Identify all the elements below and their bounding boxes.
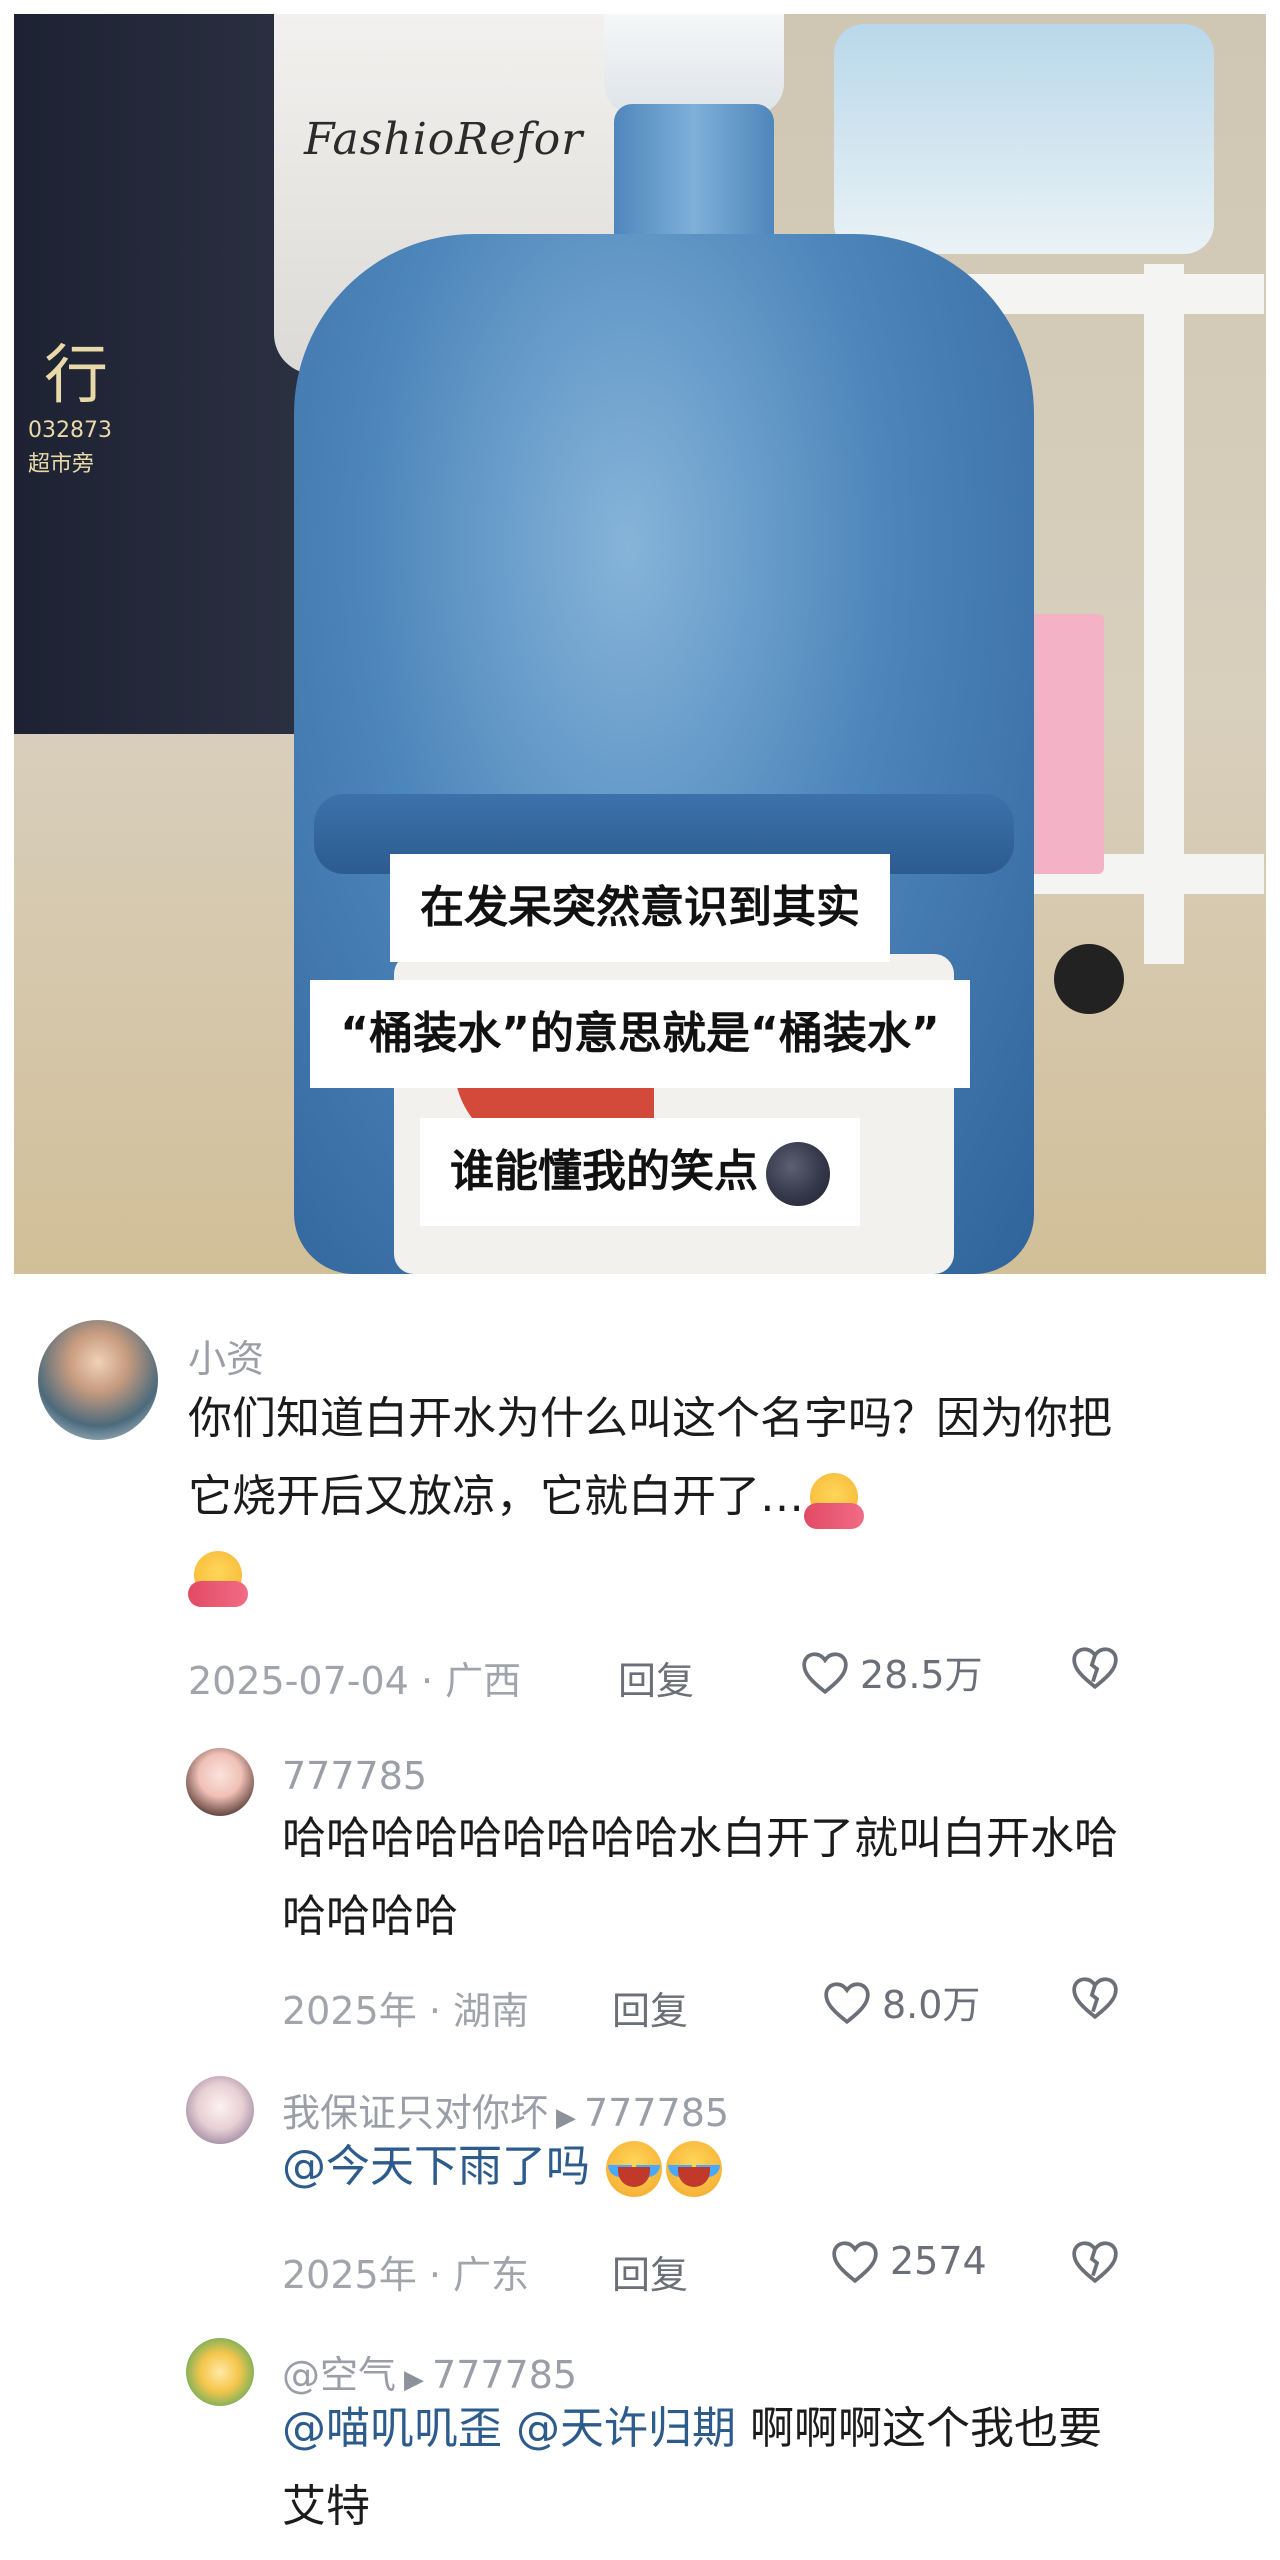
caption-line-2: “桶装水”的意思就是“桶装水” [14,980,1266,1088]
caption-line-3: 谁能懂我的笑点 [14,1118,1266,1226]
heart-icon [802,1651,848,1694]
like-count: 2574 [890,2239,987,2283]
comment-text: 你们知道白开水为什么叫这个名字吗？因为你把它烧开后又放凉，它就白开了… [188,1380,1128,1614]
reply-button[interactable]: 回复 [612,1980,688,2035]
reply-button[interactable]: 回复 [618,1650,694,1705]
comment-text: 哈哈哈哈哈哈哈哈哈水白开了就叫白开水哈哈哈哈哈 [282,1813,1118,1942]
mention-link[interactable]: @今天下雨了吗 [282,2141,590,2192]
new-moon-face-emoji [766,1142,830,1206]
caption-line-1: 在发呆突然意识到其实 [14,854,1266,962]
like-button[interactable]: 28.5万 [800,1644,983,1699]
comment-meta: 2025-07-04 · 广西 [188,1659,522,1703]
heart-icon [832,2241,878,2284]
like-count: 8.0万 [882,1983,981,2027]
hug-emoji [188,1547,248,1607]
crying-laughing-emoji [664,2139,724,2199]
crying-laughing-emoji [604,2139,664,2199]
comment-text: @喵叽叽歪 @天许归期 啊啊啊这个我也要艾特 [282,2403,1102,2532]
reply-button[interactable]: 回复 [612,2244,688,2299]
avatar[interactable] [38,1320,158,1440]
avatar[interactable] [186,1748,254,1816]
pencil-case [834,24,1214,254]
bag-brand-text: FashioRefor [304,114,584,165]
comment-username[interactable]: 小资 [188,1328,264,1383]
sign-subtext: 032873 超市旁 [28,418,112,477]
background-sign: 行 032873 超市旁 [14,14,314,734]
jug-cap [604,14,784,114]
dislike-icon[interactable] [1070,2238,1120,2284]
mention-link[interactable]: @喵叽叽歪 [282,2403,502,2454]
avatar[interactable] [186,2338,254,2406]
avatar[interactable] [186,2076,254,2144]
heart-icon [824,1981,870,2024]
comment-meta: 2025年 · 广东 [282,2253,530,2297]
like-button[interactable]: 2574 [830,2238,987,2284]
like-count: 28.5万 [860,1653,983,1697]
hug-emoji [804,1469,864,1529]
comment-meta: 2025年 · 湖南 [282,1989,530,2033]
sign-text: 行 [44,339,108,413]
dislike-icon[interactable] [1070,1974,1120,2020]
mention-link[interactable]: @天许归期 [516,2403,736,2454]
comment-username[interactable]: 777785 [282,1754,427,1798]
like-button[interactable]: 8.0万 [822,1974,980,2029]
comment-text: @今天下雨了吗 [282,2128,1142,2206]
post-photo[interactable]: 行 032873 超市旁 FashioRefor 在发呆突然意识到其实 “桶装水… [14,14,1266,1274]
dislike-icon[interactable] [1070,1644,1120,1690]
